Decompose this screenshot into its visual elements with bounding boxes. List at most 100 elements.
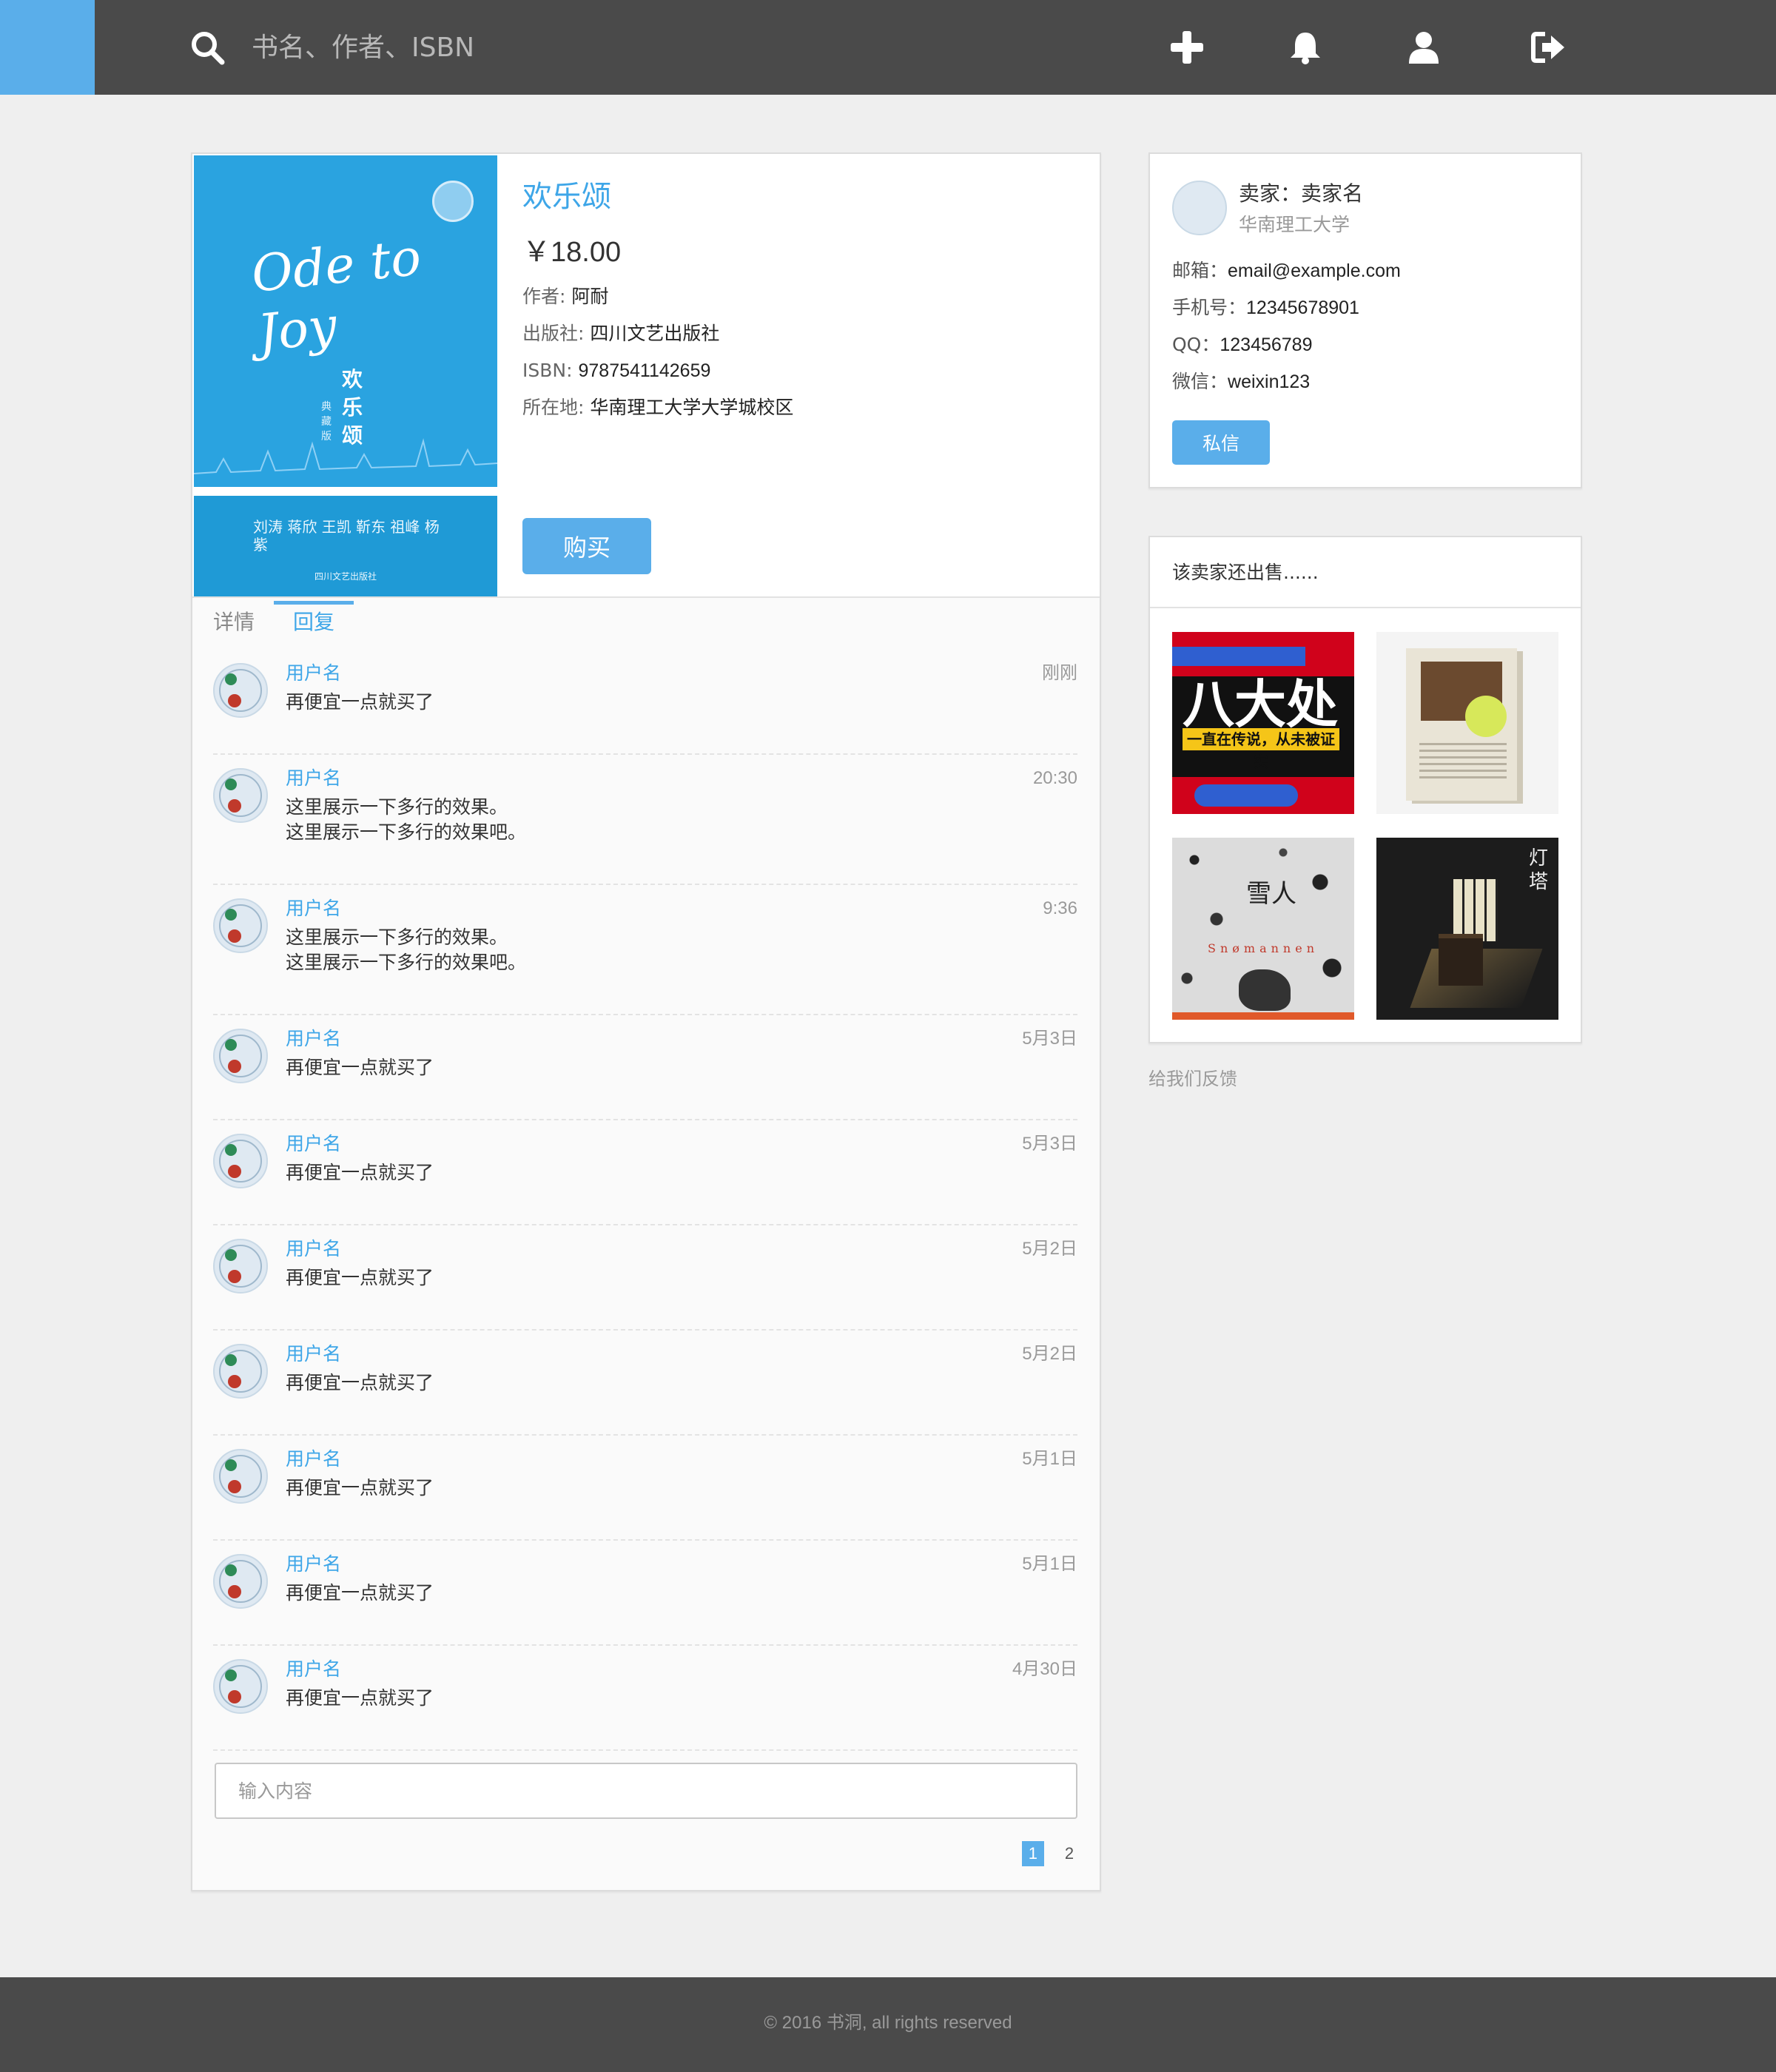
comment-avatar[interactable] — [213, 1554, 268, 1609]
qq-value: 123456789 — [1220, 334, 1313, 355]
comment-text: 再便宜一点就买了 — [286, 1160, 434, 1185]
copyright-text: © 2016 书洞, all rights reserved — [764, 2013, 1012, 2033]
comment-text-line: 再便宜一点就买了 — [286, 1057, 434, 1078]
publisher-value: 四川文艺出版社 — [590, 323, 720, 344]
comment-text: 再便宜一点就买了 — [286, 1055, 434, 1080]
comment-time: 5月2日 — [1022, 1344, 1077, 1364]
comment-username[interactable]: 用户名 — [286, 767, 341, 790]
comment-time: 5月1日 — [1022, 1449, 1077, 1469]
book-4-title: 灯塔 — [1529, 847, 1549, 893]
also-sells-book-2[interactable] — [1376, 632, 1558, 814]
comment-text: 再便宜一点就买了 — [286, 1370, 434, 1396]
comment-username[interactable]: 用户名 — [286, 1237, 341, 1261]
comment-text: 再便宜一点就买了 — [286, 1265, 434, 1291]
comment-avatar[interactable] — [213, 1344, 268, 1399]
also-sells-header: 该卖家还出售...... — [1150, 537, 1581, 608]
bell-icon[interactable] — [1288, 30, 1323, 65]
publisher-label: 出版社: — [522, 323, 585, 344]
phone-row: 手机号：12345678901 — [1172, 296, 1359, 320]
comment-avatar[interactable] — [213, 1659, 268, 1714]
isbn-row: ISBN: 9787541142659 — [522, 360, 1085, 382]
user-icon[interactable] — [1406, 30, 1442, 65]
comment-item: 用户名 5月2日 再便宜一点就买了 — [213, 1225, 1077, 1331]
book-1-title: 八大处 — [1183, 674, 1338, 735]
book-price: ￥18.00 — [522, 237, 622, 268]
qq-row: QQ：123456789 — [1172, 333, 1313, 357]
comment-text-line: 再便宜一点就买了 — [286, 1477, 434, 1498]
comment-text: 这里展示一下多行的效果。 这里展示一下多行的效果吧。 — [286, 925, 526, 975]
comment-text-line: 再便宜一点就买了 — [286, 1162, 434, 1183]
comment-avatar[interactable] — [213, 1449, 268, 1504]
buy-button[interactable]: 购买 — [522, 518, 651, 574]
comment-avatar[interactable] — [213, 1239, 268, 1294]
comment-item: 用户名 5月3日再便宜一点就买了 — [213, 1015, 1077, 1120]
search-icon[interactable] — [189, 30, 225, 65]
page-button-2[interactable]: 2 — [1058, 1841, 1080, 1866]
seller-avatar[interactable] — [1172, 181, 1227, 235]
isbn-value: 9787541142659 — [578, 360, 711, 381]
feedback-link[interactable]: 给我们反馈 — [1148, 1067, 1237, 1091]
comment-username[interactable]: 用户名 — [286, 1553, 341, 1576]
phone-label: 手机号： — [1172, 297, 1247, 318]
comment-text: 再便宜一点就买了 — [286, 690, 434, 715]
also-sells-book-4[interactable]: 灯塔 — [1376, 838, 1558, 1020]
comment-time: 4月30日 — [1012, 1659, 1077, 1679]
tab-detail[interactable]: 详情 — [213, 610, 255, 635]
comment-username[interactable]: 用户名 — [286, 1132, 341, 1156]
comment-time: 9:36 — [1043, 898, 1077, 918]
comment-item: 用户名 5月3日再便宜一点就买了 — [213, 1120, 1077, 1225]
qq-label: QQ： — [1172, 334, 1220, 355]
pagination: 1 2 — [1012, 1841, 1080, 1866]
tab-reply[interactable]: 回复 — [293, 610, 334, 635]
comment-username[interactable]: 用户名 — [286, 1447, 341, 1471]
comment-username[interactable]: 用户名 — [286, 662, 341, 685]
seller-card: 卖家：卖家名 华南理工大学 邮箱：email@example.com 手机号：1… — [1148, 152, 1582, 488]
comment-text-line: 这里展示一下多行的效果吧。 — [286, 952, 527, 973]
location-label: 所在地: — [522, 397, 585, 418]
page-button-1[interactable]: 1 — [1021, 1841, 1044, 1866]
logo[interactable] — [0, 0, 95, 95]
comment-text: 再便宜一点就买了 — [286, 1686, 434, 1711]
also-sells-card: 该卖家还出售...... 八大处 一直在传说，从未被证实 雪人 Snømanne… — [1148, 536, 1582, 1043]
comment-username[interactable]: 用户名 — [286, 1342, 341, 1366]
wechat-label: 微信： — [1172, 371, 1228, 392]
comment-text-line: 这里展示一下多行的效果。 — [286, 796, 508, 818]
cover-badge — [432, 181, 474, 222]
comment-time: 5月1日 — [1022, 1554, 1077, 1574]
footer: © 2016 书洞, all rights reserved — [0, 1977, 1776, 2072]
wechat-row: 微信：weixin123 — [1172, 370, 1310, 394]
cover-chinese-title: 欢乐颂 — [342, 367, 363, 448]
location-value: 华南理工大学大学城校区 — [590, 397, 794, 418]
seller-name[interactable]: 卖家：卖家名 — [1239, 179, 1363, 209]
cover-edition: 典藏版 — [321, 401, 332, 443]
comment-text-line: 这里展示一下多行的效果吧。 — [286, 821, 527, 843]
comment-item: 用户名 5月1日再便宜一点就买了 — [213, 1436, 1077, 1541]
also-sells-book-3[interactable]: 雪人 Snømannen — [1172, 838, 1354, 1020]
comment-username[interactable]: 用户名 — [286, 1658, 341, 1681]
author-label: 作者: — [522, 286, 566, 307]
comment-time: 5月3日 — [1022, 1029, 1077, 1049]
book-detail-card: Ode to Joy 欢乐颂 典藏版 刘涛 蒋欣 王凯 靳东 祖峰 杨紫 四川文艺… — [191, 152, 1101, 1891]
comment-time: 刚刚 — [1042, 663, 1077, 683]
comment-username[interactable]: 用户名 — [286, 897, 341, 921]
reply-input[interactable] — [215, 1763, 1077, 1819]
comment-text: 再便宜一点就买了 — [286, 1581, 434, 1606]
comment-item: 用户名 20:30 这里展示一下多行的效果。 这里展示一下多行的效果吧。 — [213, 755, 1077, 885]
plus-icon[interactable] — [1169, 30, 1205, 65]
search-input[interactable] — [252, 21, 918, 74]
comment-avatar[interactable] — [213, 663, 268, 718]
email-label: 邮箱： — [1172, 260, 1228, 281]
comment-avatar[interactable] — [213, 898, 268, 953]
comment-username[interactable]: 用户名 — [286, 1027, 341, 1051]
comment-text-line: 这里展示一下多行的效果。 — [286, 926, 508, 948]
logout-icon[interactable] — [1530, 30, 1566, 65]
comment-text-line: 再便宜一点就买了 — [286, 691, 434, 713]
comment-time: 5月3日 — [1022, 1134, 1077, 1154]
also-sells-book-1[interactable]: 八大处 一直在传说，从未被证实 — [1172, 632, 1354, 814]
book-title[interactable]: 欢乐颂 — [522, 176, 1085, 218]
private-message-button[interactable]: 私信 — [1172, 420, 1270, 465]
comment-avatar[interactable] — [213, 1029, 268, 1083]
comment-avatar[interactable] — [213, 768, 268, 823]
comment-avatar[interactable] — [213, 1134, 268, 1188]
tab-indicator — [274, 601, 354, 605]
